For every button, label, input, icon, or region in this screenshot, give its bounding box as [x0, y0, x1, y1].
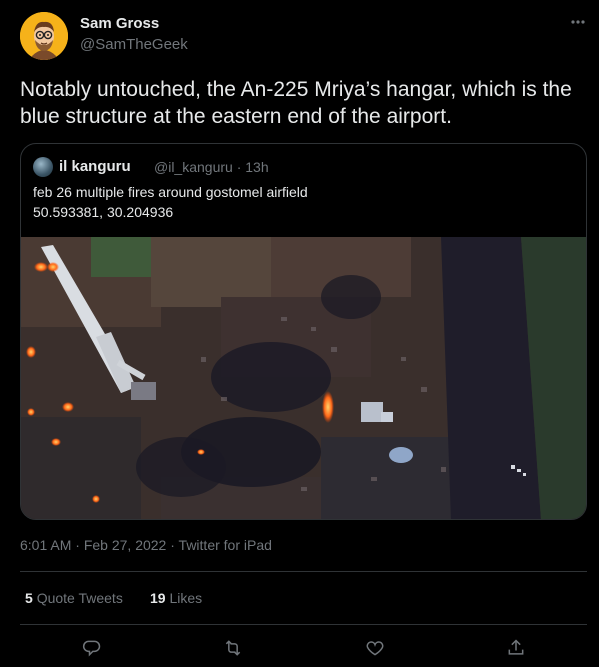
divider [20, 571, 587, 572]
tweet-source[interactable]: Twitter for iPad [179, 537, 272, 553]
tweet: Sam Gross @SamTheGeek Notably untouched,… [0, 0, 599, 667]
more-icon[interactable] [566, 12, 590, 36]
tweet-time[interactable]: 6:01 AM [20, 537, 71, 553]
quoted-avatar[interactable] [33, 157, 53, 177]
meta-separator: · [75, 537, 80, 553]
reply-icon[interactable] [74, 632, 110, 664]
retweet-svg [225, 640, 241, 656]
reply-svg [82, 640, 101, 657]
likes-count: 19 [150, 590, 166, 606]
quoted-text-line1: feb 26 multiple fires around gostomel ai… [33, 184, 308, 200]
tweet-text: Notably untouched, the An-225 Mriya’s ha… [20, 78, 572, 128]
author-handle[interactable]: @SamTheGeek [80, 36, 188, 53]
quoted-text-line2: 50.593381, 30.204936 [33, 204, 174, 220]
quoted-text: feb 26 multiple fires around gostomel ai… [33, 182, 573, 222]
more-dots-svg [571, 20, 585, 24]
quoted-tweet[interactable]: il kanguru @il_kanguru · 13h feb 26 mult… [20, 143, 587, 520]
retweet-icon[interactable] [215, 632, 251, 664]
author-avatar[interactable] [20, 12, 68, 60]
author-name[interactable]: Sam Gross [80, 15, 159, 32]
satellite-image[interactable] [21, 237, 587, 520]
quote-tweets-label: Quote Tweets [36, 590, 123, 606]
quoted-author-name: il kanguru [59, 158, 131, 175]
like-svg [366, 641, 384, 656]
share-icon[interactable] [498, 632, 534, 664]
avatar-illustration [20, 12, 68, 60]
likes-stat[interactable]: 19 Likes [150, 590, 202, 606]
tweet-date[interactable]: Feb 27, 2022 [84, 537, 167, 553]
meta-separator: · [170, 537, 175, 553]
divider [20, 624, 587, 625]
tweet-meta: 6:01 AM · Feb 27, 2022 · Twitter for iPa… [20, 537, 272, 553]
quote-tweets-count: 5 [25, 590, 33, 606]
action-bar [0, 632, 599, 664]
quote-tweets-stat[interactable]: 5 Quote Tweets [25, 590, 123, 606]
like-icon[interactable] [357, 632, 393, 664]
share-svg [508, 639, 524, 655]
likes-label: Likes [169, 590, 203, 606]
quoted-handle-time: @il_kanguru · 13h [154, 159, 269, 175]
